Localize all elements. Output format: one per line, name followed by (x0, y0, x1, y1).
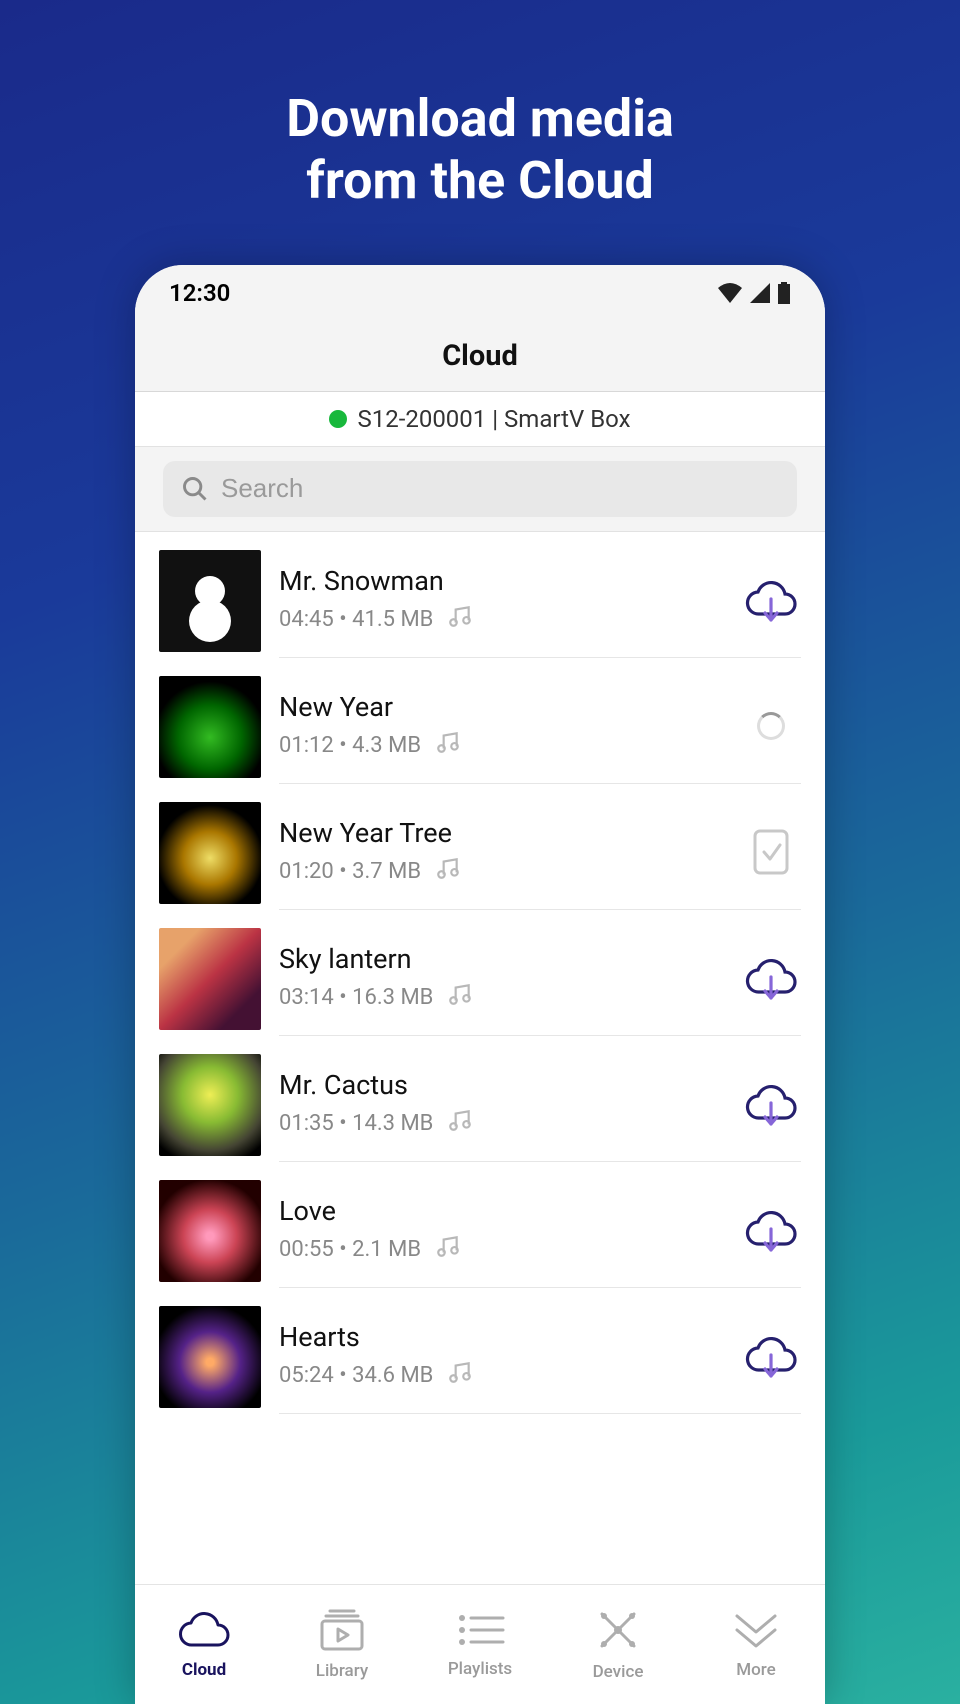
media-thumbnail (159, 550, 261, 652)
media-meta: 04:45 • 41.5 MB (279, 603, 741, 635)
media-thumbnail (159, 1306, 261, 1408)
media-meta: 00:55 • 2.1 MB (279, 1233, 741, 1265)
list-item-text: Mr. Cactus 01:35 • 14.3 MB (279, 1069, 741, 1139)
media-meta-text: 00:55 • 2.1 MB (279, 1237, 421, 1262)
nav-tab-more[interactable]: More (687, 1585, 825, 1704)
download-button[interactable] (741, 1074, 801, 1134)
list-item[interactable]: Mr. Snowman 04:45 • 41.5 MB (135, 532, 825, 658)
device-icon (596, 1608, 640, 1656)
media-meta: 01:35 • 14.3 MB (279, 1107, 741, 1139)
wifi-icon (717, 283, 743, 303)
music-icon (447, 1107, 473, 1139)
list-item-body: Mr. Snowman 04:45 • 41.5 MB (279, 544, 801, 658)
media-thumbnail (159, 802, 261, 904)
more-icon (731, 1610, 781, 1654)
nav-label: Playlists (448, 1659, 512, 1679)
media-meta: 03:14 • 16.3 MB (279, 981, 741, 1013)
battery-icon (777, 282, 791, 304)
media-meta-text: 03:14 • 16.3 MB (279, 985, 433, 1010)
list-item-text: Love 00:55 • 2.1 MB (279, 1195, 741, 1265)
music-icon (447, 981, 473, 1013)
list-item-text: New Year Tree 01:20 • 3.7 MB (279, 817, 741, 887)
bottom-nav: Cloud Library Playlists Device More (135, 1584, 825, 1704)
music-icon (435, 729, 461, 761)
media-meta-text: 01:12 • 4.3 MB (279, 733, 421, 758)
list-item[interactable]: New Year 01:12 • 4.3 MB (135, 658, 825, 784)
music-icon (435, 855, 461, 887)
media-title: Sky lantern (279, 943, 741, 975)
list-item-body: New Year 01:12 • 4.3 MB (279, 670, 801, 784)
search-field[interactable] (163, 461, 797, 517)
music-icon (447, 603, 473, 635)
search-container (135, 447, 825, 532)
downloaded-badge (741, 822, 801, 882)
list-item-text: Mr. Snowman 04:45 • 41.5 MB (279, 565, 741, 635)
list-item[interactable]: Mr. Cactus 01:35 • 14.3 MB (135, 1036, 825, 1162)
media-title: Hearts (279, 1321, 741, 1353)
list-item-body: Sky lantern 03:14 • 16.3 MB (279, 922, 801, 1036)
media-title: Mr. Cactus (279, 1069, 741, 1101)
list-item[interactable]: New Year Tree 01:20 • 3.7 MB (135, 784, 825, 910)
list-item[interactable]: Sky lantern 03:14 • 16.3 MB (135, 910, 825, 1036)
media-thumbnail (159, 928, 261, 1030)
media-meta-text: 01:35 • 14.3 MB (279, 1111, 433, 1136)
status-online-dot (329, 410, 347, 428)
status-icons (717, 282, 791, 304)
search-input[interactable] (221, 473, 779, 504)
nav-tab-cloud[interactable]: Cloud (135, 1585, 273, 1704)
download-button[interactable] (741, 1326, 801, 1386)
download-button[interactable] (741, 1200, 801, 1260)
nav-tab-device[interactable]: Device (549, 1585, 687, 1704)
media-thumbnail (159, 1180, 261, 1282)
media-meta: 05:24 • 34.6 MB (279, 1359, 741, 1391)
list-item-body: Love 00:55 • 2.1 MB (279, 1174, 801, 1288)
download-button[interactable] (741, 948, 801, 1008)
list-item[interactable]: Hearts 05:24 • 34.6 MB (135, 1288, 825, 1414)
playlist-icon (455, 1611, 505, 1653)
page-title: Cloud (135, 339, 825, 373)
promo-line-2: from the Cloud (286, 150, 674, 212)
list-item-body: Mr. Cactus 01:35 • 14.3 MB (279, 1048, 801, 1162)
media-meta: 01:12 • 4.3 MB (279, 729, 741, 761)
status-bar: 12:30 (135, 265, 825, 321)
list-item-text: Hearts 05:24 • 34.6 MB (279, 1321, 741, 1391)
search-icon (181, 475, 209, 503)
promo-line-1: Download media (286, 88, 674, 150)
status-time: 12:30 (169, 279, 230, 307)
media-title: Love (279, 1195, 741, 1227)
nav-tab-playlists[interactable]: Playlists (411, 1585, 549, 1704)
music-icon (435, 1233, 461, 1265)
download-button[interactable] (741, 570, 801, 630)
nav-label: More (736, 1660, 775, 1680)
list-item-body: Hearts 05:24 • 34.6 MB (279, 1300, 801, 1414)
media-meta-text: 05:24 • 34.6 MB (279, 1363, 433, 1388)
media-meta-text: 01:20 • 3.7 MB (279, 859, 421, 884)
app-header: Cloud (135, 321, 825, 392)
loading-indicator (741, 696, 801, 756)
music-icon (447, 1359, 473, 1391)
list-item-text: Sky lantern 03:14 • 16.3 MB (279, 943, 741, 1013)
media-list: Mr. Snowman 04:45 • 41.5 MB New Year 01:12 … (135, 532, 825, 1584)
list-item-body: New Year Tree 01:20 • 3.7 MB (279, 796, 801, 910)
library-icon (318, 1609, 366, 1655)
media-meta: 01:20 • 3.7 MB (279, 855, 741, 887)
media-thumbnail (159, 676, 261, 778)
device-bar[interactable]: S12-200001 | SmartV Box (135, 392, 825, 447)
nav-tab-library[interactable]: Library (273, 1585, 411, 1704)
device-label: S12-200001 | SmartV Box (357, 405, 630, 433)
media-thumbnail (159, 1054, 261, 1156)
list-item[interactable]: Love 00:55 • 2.1 MB (135, 1162, 825, 1288)
cell-signal-icon (749, 283, 771, 303)
media-title: New Year Tree (279, 817, 741, 849)
media-title: New Year (279, 691, 741, 723)
nav-label: Cloud (182, 1660, 226, 1680)
nav-label: Device (593, 1662, 644, 1682)
nav-label: Library (316, 1661, 368, 1681)
media-meta-text: 04:45 • 41.5 MB (279, 607, 433, 632)
media-title: Mr. Snowman (279, 565, 741, 597)
phone-frame: 12:30 Cloud S12-200001 | SmartV Box Mr. … (135, 265, 825, 1704)
cloud-icon (177, 1610, 231, 1654)
list-item-text: New Year 01:12 • 4.3 MB (279, 691, 741, 761)
promo-heading: Download media from the Cloud (286, 88, 674, 213)
